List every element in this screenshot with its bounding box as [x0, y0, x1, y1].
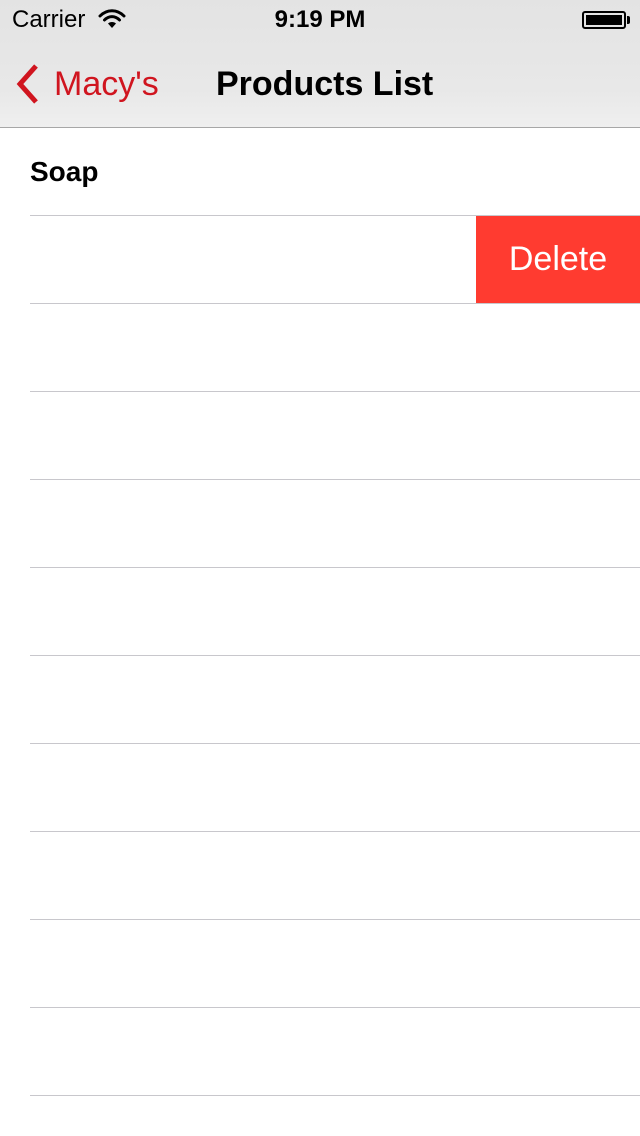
table-row[interactable] [0, 392, 640, 480]
table-row[interactable] [0, 1008, 640, 1096]
battery-icon [582, 11, 626, 29]
top-bar: Carrier 9:19 PM Macy's Products List [0, 0, 640, 128]
table-row[interactable]: Soap [0, 128, 640, 216]
table-row[interactable] [0, 480, 640, 568]
battery-level [586, 15, 622, 25]
status-bar: Carrier 9:19 PM [0, 0, 640, 40]
battery-tip [627, 16, 630, 24]
back-button[interactable]: Macy's [14, 62, 159, 106]
table-row[interactable] [0, 568, 640, 656]
delete-button[interactable]: Delete [476, 216, 640, 303]
status-time: 9:19 PM [274, 6, 366, 33]
products-table: Soap Delete [0, 128, 640, 1096]
page-title: Products List [216, 65, 434, 103]
back-label: Macy's [54, 65, 159, 103]
table-row[interactable] [0, 832, 640, 920]
table-row[interactable] [0, 744, 640, 832]
row-label: Soap [30, 156, 99, 187]
navigation-bar: Macy's Products List [0, 40, 640, 128]
table-row[interactable] [0, 304, 640, 392]
table-row[interactable]: Delete [0, 216, 640, 304]
table-row[interactable] [0, 656, 640, 744]
products-list-screen: Carrier 9:19 PM Macy's Products List Soa… [0, 0, 640, 1136]
chevron-left-icon [16, 64, 38, 104]
table-row[interactable] [0, 920, 640, 1008]
